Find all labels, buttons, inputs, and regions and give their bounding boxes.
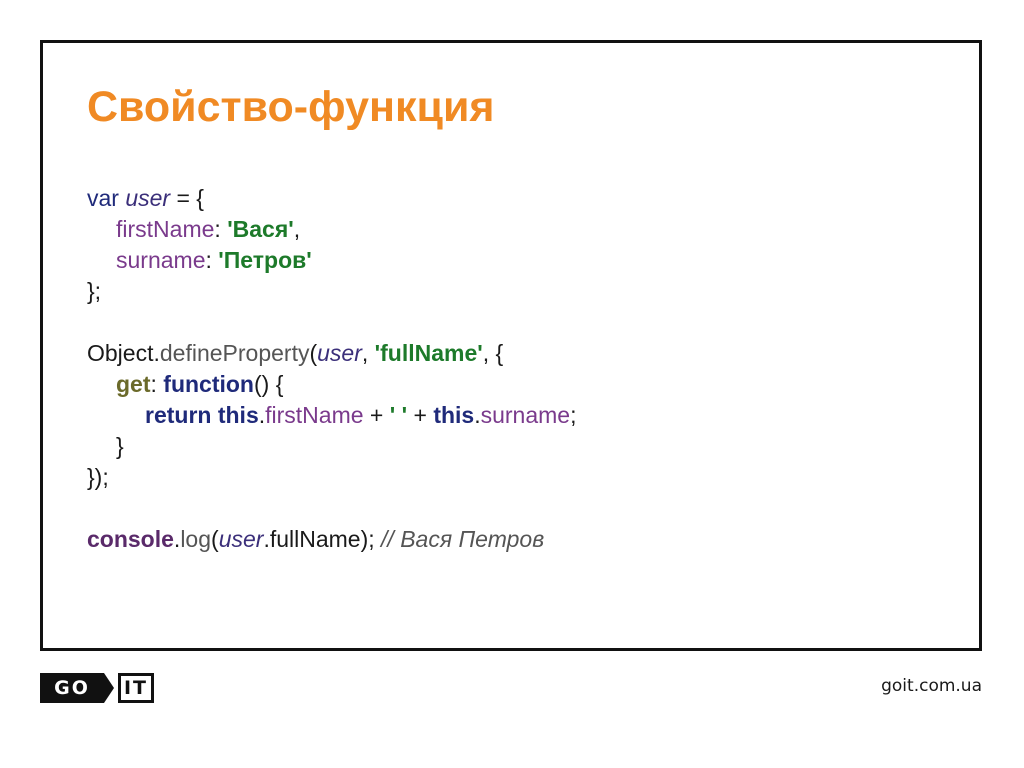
goit-logo: GO IT <box>40 673 154 703</box>
footer-url: goit.com.ua <box>881 676 982 696</box>
code-line: console.log(user.fullName); // Вася Петр… <box>87 524 576 555</box>
code-token: ; <box>570 402 577 428</box>
code-token: user <box>218 526 264 552</box>
code-token: , <box>361 340 375 366</box>
code-token: surname <box>480 402 571 428</box>
logo-go-block: GO <box>40 673 104 703</box>
code-block: var user = { firstName: 'Вася', surname:… <box>87 183 576 555</box>
code-token: ( <box>309 340 318 366</box>
code-token: get <box>116 371 151 397</box>
code-line: var user = { <box>87 183 576 214</box>
code-token: + <box>407 402 434 428</box>
code-line: firstName: 'Вася', <box>87 214 576 245</box>
code-comment: // Вася Петров <box>381 526 545 552</box>
code-token: log <box>180 526 212 552</box>
code-token: this <box>433 402 475 428</box>
code-token: firstName <box>265 402 364 428</box>
code-token: 'fullName' <box>374 340 483 366</box>
code-token: = { <box>170 185 204 211</box>
code-token: + <box>363 402 390 428</box>
code-token: var <box>87 185 119 211</box>
code-token: : <box>205 247 219 273</box>
code-token: Object. <box>87 340 160 366</box>
code-token: user <box>125 185 171 211</box>
code-token: this <box>217 402 259 428</box>
code-token: user <box>317 340 362 366</box>
code-token: } <box>116 433 124 459</box>
code-token: function <box>163 371 254 397</box>
slide-frame: Свойство-функция var user = { firstName:… <box>40 40 982 651</box>
code-line: surname: 'Петров' <box>87 245 576 276</box>
code-token: firstName <box>116 216 215 242</box>
code-line: get: function() { <box>87 369 576 400</box>
code-token: 'Петров' <box>218 247 312 273</box>
code-line: }; <box>87 276 576 307</box>
code-token: surname <box>116 247 206 273</box>
code-token: ' ' <box>389 402 408 428</box>
code-token: return <box>145 402 212 428</box>
code-token: console <box>87 526 174 552</box>
code-line: Object.defineProperty(user, 'fullName', … <box>87 338 576 369</box>
code-token: , <box>293 216 301 242</box>
code-line: }); <box>87 462 576 493</box>
code-token: }; <box>87 278 102 304</box>
logo-arrow-icon <box>104 673 114 703</box>
code-line: return this.firstName + ' ' + this.surna… <box>87 400 576 431</box>
code-token: () { <box>253 371 284 397</box>
slide-title: Свойство-функция <box>87 83 495 131</box>
code-token: : <box>150 371 164 397</box>
code-token: defineProperty <box>159 340 310 366</box>
code-token: : <box>214 216 228 242</box>
code-token: , { <box>482 340 504 366</box>
code-token: .fullName); <box>263 526 382 552</box>
code-token: }); <box>87 464 109 490</box>
code-line: } <box>87 431 576 462</box>
logo-it-block: IT <box>118 673 154 703</box>
code-token: 'Вася' <box>227 216 294 242</box>
code-token: ( <box>211 526 219 552</box>
